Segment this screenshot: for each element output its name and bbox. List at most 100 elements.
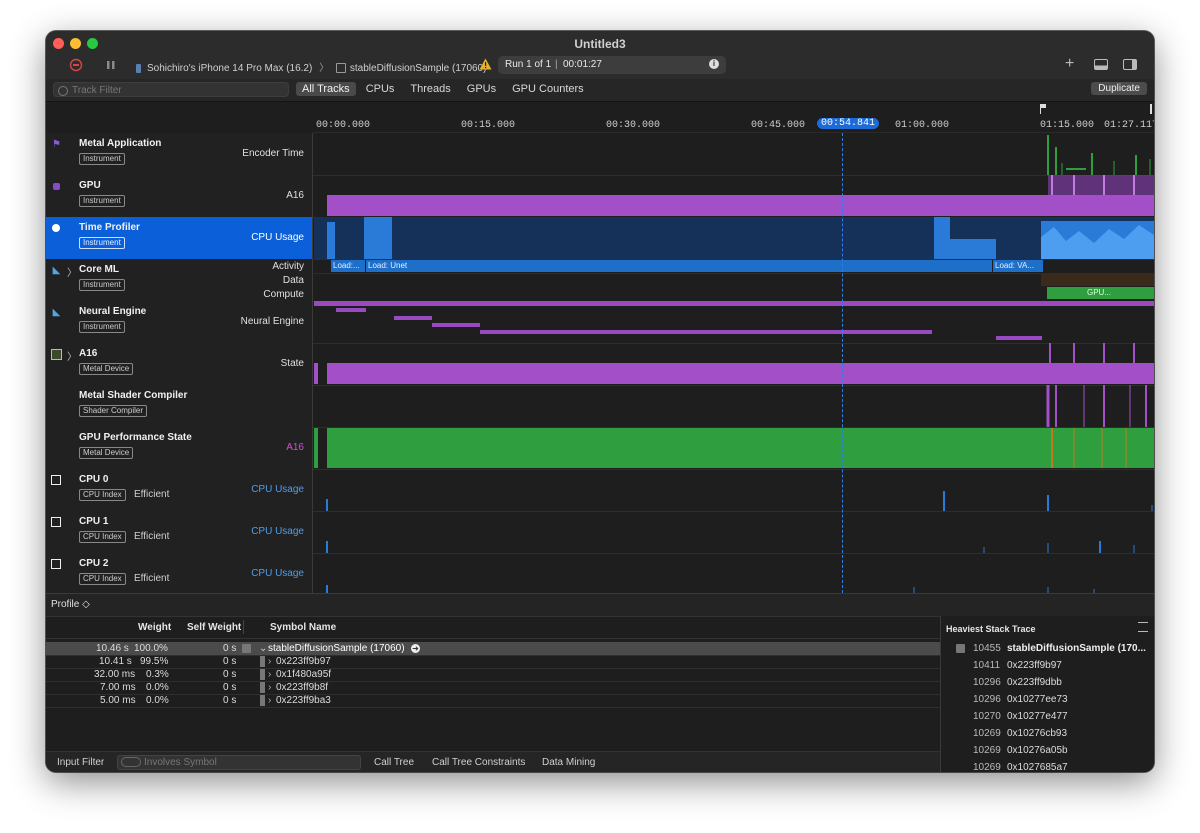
- chevron-right-icon[interactable]: ›: [268, 694, 271, 707]
- inspector-toggle-icon[interactable]: [1123, 59, 1137, 73]
- track-gpu-performance-state[interactable]: GPU Performance State Metal Device A16: [46, 427, 1154, 470]
- target-selector[interactable]: Sohichiro's iPhone 14 Pro Max (16.2) 〉 s…: [136, 59, 486, 74]
- weight-value: 32.00 ms: [94, 669, 136, 680]
- track-badge: Metal Device: [79, 447, 134, 459]
- pause-button[interactable]: [105, 59, 117, 74]
- stack-frame[interactable]: 10270 0x10277e477: [941, 709, 1154, 726]
- stack-frame[interactable]: 10296 0x223ff9dbb: [941, 675, 1154, 692]
- add-instrument-icon[interactable]: +: [1065, 56, 1074, 72]
- track-lane-label: CPU Usage: [251, 484, 304, 495]
- disclosure-chevron-icon[interactable]: 〉: [67, 264, 77, 279]
- track-header[interactable]: GPU Instrument A16: [46, 175, 313, 217]
- frame-symbol: 0x223ff9b97: [1007, 660, 1062, 671]
- load-interval[interactable]: Load:...: [331, 260, 365, 272]
- device-state-plot: [314, 343, 1154, 384]
- chevron-down-icon[interactable]: ⌄: [259, 642, 267, 655]
- track-metal-shader-compiler[interactable]: Metal Shader Compiler Shader Compiler: [46, 385, 1154, 428]
- track-badge: Instrument: [79, 153, 125, 165]
- disclosure-chevron-icon[interactable]: 〉: [67, 348, 77, 363]
- track-header[interactable]: CPU 1 CPU Index Efficient CPU Usage: [46, 511, 313, 553]
- track-header[interactable]: Metal Shader Compiler Shader Compiler: [46, 385, 313, 427]
- track-header[interactable]: 〉 A16 Metal Device State: [46, 343, 313, 385]
- info-icon[interactable]: i: [709, 59, 719, 69]
- tab-all-tracks[interactable]: All Tracks: [296, 82, 356, 96]
- filter-options-icon[interactable]: [121, 757, 141, 767]
- bottom-panel-toggle-icon[interactable]: [1094, 59, 1108, 73]
- weight-percent: 99.5%: [140, 656, 169, 667]
- frame-symbol: 0x10277ee73: [1007, 694, 1068, 705]
- compute-interval[interactable]: GPU...: [1047, 287, 1154, 299]
- track-lane-label: Compute: [263, 289, 304, 300]
- self-weight-value: 0 s: [223, 682, 237, 693]
- track-neural-engine[interactable]: ◣ Neural Engine Instrument Neural Engine: [46, 301, 1154, 344]
- load-interval[interactable]: Load: VA...: [993, 260, 1043, 272]
- iphone-icon: [136, 63, 141, 73]
- column-weight[interactable]: Weight: [138, 621, 171, 634]
- tab-gpu-counters[interactable]: GPU Counters: [506, 82, 590, 96]
- table-header: Weight Self Weight Symbol Name: [46, 616, 940, 639]
- chevron-right-icon[interactable]: ›: [268, 668, 271, 681]
- tab-cpus[interactable]: CPUs: [360, 82, 401, 96]
- stack-frame[interactable]: 10269 0x1027685a7: [941, 760, 1154, 772]
- profile-selector[interactable]: Profile ◇: [51, 599, 90, 610]
- stack-frame[interactable]: 10455 stableDiffusionSample (170...: [941, 641, 1154, 658]
- cpu-1-usage-plot: [326, 541, 1135, 553]
- tab-threads[interactable]: Threads: [404, 82, 456, 96]
- track-cpu-0[interactable]: CPU 0 CPU Index Efficient CPU Usage: [46, 469, 1154, 512]
- frame-symbol: 0x10277e477: [1007, 711, 1068, 722]
- focus-arrow-icon[interactable]: ➜: [411, 644, 420, 653]
- data-mining-button[interactable]: Data Mining: [542, 757, 595, 768]
- track-header[interactable]: CPU 0 CPU Index Efficient CPU Usage: [46, 469, 313, 511]
- track-time-profiler[interactable]: Time Profiler Instrument CPU Usage: [46, 217, 1154, 260]
- track-filter-placeholder: Track Filter: [72, 85, 122, 96]
- load-label: Load: VA...: [995, 261, 1034, 270]
- column-self-weight[interactable]: Self Weight: [187, 621, 241, 634]
- end-marker-icon[interactable]: [1150, 104, 1152, 114]
- column-symbol-name[interactable]: Symbol Name: [270, 621, 336, 634]
- stack-frame[interactable]: 10411 0x223ff9b97: [941, 658, 1154, 675]
- call-tree-button[interactable]: Call Tree: [374, 757, 414, 768]
- stack-frame[interactable]: 10269 0x10276cb93: [941, 726, 1154, 743]
- table-row[interactable]: 5.00 ms 0.0% 0 s › 0x223ff9ba3: [46, 694, 940, 708]
- track-cpu-1[interactable]: CPU 1 CPU Index Efficient CPU Usage: [46, 511, 1154, 554]
- input-filter-label: Input Filter: [57, 757, 105, 768]
- involves-symbol-input[interactable]: Involves Symbol: [117, 755, 361, 770]
- warning-icon[interactable]: [479, 58, 492, 73]
- heaviest-stack-trace-panel: Heaviest Stack Trace 10455 stableDiffusi…: [940, 616, 1154, 772]
- track-header[interactable]: ◣ 〉 Core ML Instrument Activity Data Com…: [46, 259, 313, 301]
- track-header[interactable]: GPU Performance State Metal Device A16: [46, 427, 313, 469]
- expand-icon[interactable]: [1138, 622, 1148, 632]
- detail-pane: Profile ◇ Weight Self Weight Symbol Name…: [46, 593, 1154, 772]
- ane-activity: [996, 336, 1042, 340]
- track-a16[interactable]: 〉 A16 Metal Device State: [46, 343, 1154, 386]
- load-interval[interactable]: Load: Unet: [366, 260, 992, 272]
- track-cpu-2[interactable]: CPU 2 CPU Index Efficient CPU Usage: [46, 553, 1154, 596]
- call-tree-constraints-button[interactable]: Call Tree Constraints: [432, 757, 525, 768]
- track-gpu[interactable]: GPU Instrument A16: [46, 175, 1154, 218]
- track-header[interactable]: ◣ Neural Engine Instrument Neural Engine: [46, 301, 313, 343]
- load-label: Load:...: [333, 261, 360, 270]
- chevron-right-icon[interactable]: ›: [268, 681, 271, 694]
- run-status[interactable]: Run 1 of 1 | 00:01:27 i: [498, 56, 726, 74]
- chevron-right-icon[interactable]: ›: [268, 655, 271, 668]
- duplicate-button[interactable]: Duplicate: [1091, 82, 1147, 95]
- track-filter-input[interactable]: Track Filter: [53, 82, 289, 97]
- stack-frame[interactable]: 10269 0x10276a05b: [941, 743, 1154, 760]
- track-core-ml[interactable]: ◣ 〉 Core ML Instrument Activity Data Com…: [46, 259, 1154, 302]
- table-row[interactable]: 10.46 s 100.0% 0 s ⌄ stableDiffusionSamp…: [46, 642, 940, 656]
- table-row[interactable]: 10.41 s 99.5% 0 s › 0x223ff9b97: [46, 655, 940, 669]
- self-weight-value: 0 s: [223, 656, 237, 667]
- table-row[interactable]: 7.00 ms 0.0% 0 s › 0x223ff9b8f: [46, 681, 940, 695]
- track-badge: CPU Index: [79, 573, 126, 585]
- track-header[interactable]: ⚑ Metal Application Instrument Encoder T…: [46, 133, 313, 175]
- playhead-time[interactable]: 00:54.841: [817, 118, 880, 129]
- table-row[interactable]: 32.00 ms 0.3% 0 s › 0x1f480a95f: [46, 668, 940, 682]
- column-divider[interactable]: [243, 620, 244, 634]
- track-metal-application[interactable]: ⚑ Metal Application Instrument Encoder T…: [46, 133, 1154, 176]
- stack-frame[interactable]: 10296 0x10277ee73: [941, 692, 1154, 709]
- tab-gpus[interactable]: GPUs: [461, 82, 502, 96]
- track-header[interactable]: Time Profiler Instrument CPU Usage: [46, 217, 313, 259]
- record-button[interactable]: [69, 58, 83, 75]
- track-header[interactable]: CPU 2 CPU Index Efficient CPU Usage: [46, 553, 313, 595]
- timeline-ruler[interactable]: 00:00.000 00:15.000 00:30.000 00:45.000 …: [313, 102, 1154, 133]
